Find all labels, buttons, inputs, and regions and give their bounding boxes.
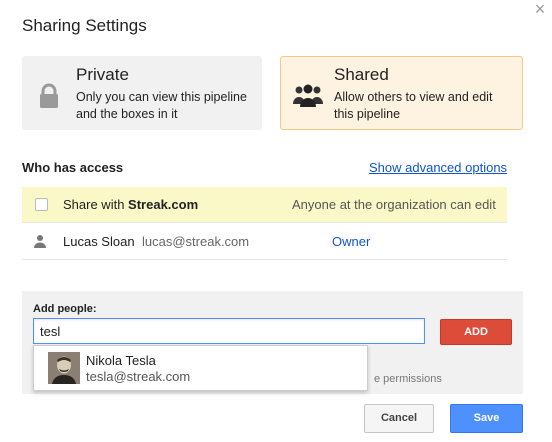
cancel-button[interactable]: Cancel xyxy=(364,404,434,433)
lock-icon xyxy=(40,83,58,108)
suggestion-name: Nikola Tesla xyxy=(86,353,156,368)
shared-option-title: Shared xyxy=(334,65,389,84)
private-option-description: Only you can view this pipeline and the … xyxy=(76,90,247,121)
org-domain: Streak.com xyxy=(128,197,199,212)
share-with-org-label: Share with Streak.com xyxy=(63,197,198,212)
suggestion-email: tesla@streak.com xyxy=(86,369,191,384)
save-button[interactable]: Save xyxy=(450,404,523,433)
person-icon xyxy=(34,235,46,248)
show-advanced-options-link[interactable]: Show advanced options xyxy=(369,160,507,175)
org-permission-text: Anyone at the organization can edit xyxy=(292,197,496,212)
share-with-org-checkbox[interactable] xyxy=(35,198,48,211)
dialog-title: Sharing Settings xyxy=(22,16,147,35)
sharing-settings-dialog: × Sharing Settings Private Only you can … xyxy=(0,0,552,442)
shared-option[interactable]: Shared Allow others to view and edit thi… xyxy=(280,56,523,130)
add-button[interactable]: ADD xyxy=(440,319,512,345)
people-group-icon xyxy=(293,84,323,107)
add-people-hint-right: e permissions xyxy=(374,373,442,385)
org-share-row: Share with Streak.com Anyone at the orga… xyxy=(22,187,507,223)
user-email: lucas@streak.com xyxy=(142,234,250,249)
private-option-title: Private xyxy=(76,65,129,84)
who-has-access-heading: Who has access xyxy=(22,160,124,175)
share-with-prefix: Share with xyxy=(63,197,129,212)
close-icon[interactable]: × xyxy=(531,0,549,18)
private-option[interactable]: Private Only you can view this pipeline … xyxy=(22,56,262,130)
access-user-row: Lucas Sloan lucas@streak.com Owner xyxy=(22,224,507,260)
add-people-input[interactable] xyxy=(33,318,425,344)
shared-option-description: Allow others to view and edit this pipel… xyxy=(334,90,493,121)
user-role: Owner xyxy=(332,234,371,249)
contact-avatar xyxy=(48,352,80,384)
user-name: Lucas Sloan xyxy=(63,234,135,249)
autocomplete-suggestion[interactable]: Nikola Tesla tesla@streak.com xyxy=(33,345,368,391)
add-people-label: Add people: xyxy=(33,303,97,315)
